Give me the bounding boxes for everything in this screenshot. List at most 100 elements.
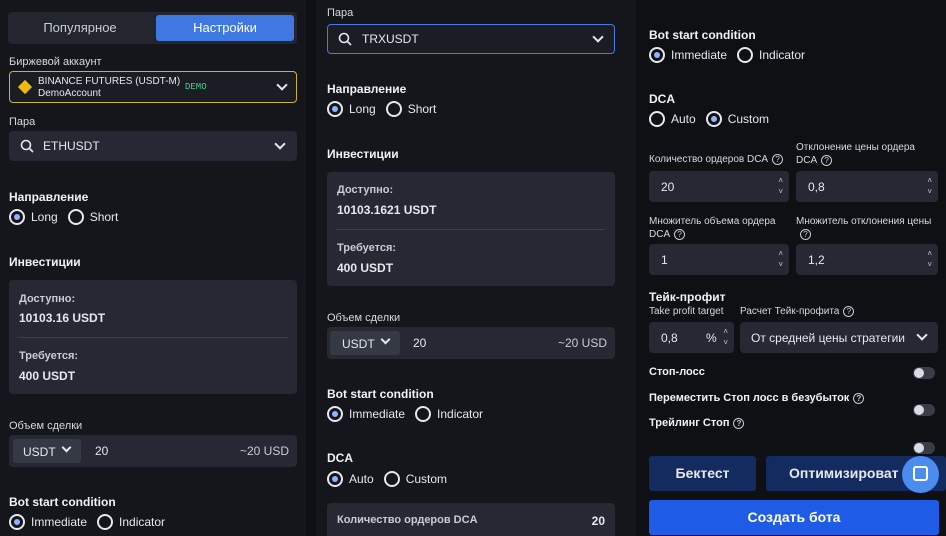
- spinner-icon[interactable]: ˄ ˅: [927, 248, 932, 270]
- radio-short[interactable]: [67, 209, 84, 225]
- tab-settings[interactable]: Настройки: [156, 15, 294, 41]
- breakeven-toggle[interactable]: [913, 404, 935, 416]
- volume-input[interactable]: 20: [95, 444, 108, 458]
- chat-button[interactable]: [902, 456, 939, 493]
- help-icon[interactable]: ?: [853, 392, 865, 404]
- dev-mult-label: Множитель отклонения цены?: [796, 216, 932, 240]
- currency-select[interactable]: USDT: [13, 439, 81, 463]
- chevron-down-icon: [274, 138, 286, 150]
- required-label: Требуется:: [19, 350, 79, 362]
- tp-calc-select[interactable]: От средней цены стратегии: [740, 322, 938, 353]
- dca-orders-box: Количество ордеров DCA 20: [327, 503, 615, 536]
- radio-custom-label: Custom: [405, 472, 448, 486]
- binance-icon: [17, 79, 33, 95]
- pair-value: TRXUSDT: [362, 32, 419, 46]
- chat-icon: [913, 466, 928, 481]
- exchange-account-select[interactable]: BINANCE FUTURES (USDT-M) DemoAccount DEM…: [9, 71, 297, 103]
- radio-auto[interactable]: [327, 471, 343, 487]
- pair-value: ETHUSDT: [43, 139, 100, 153]
- spinner-icon[interactable]: ˄ ˅: [778, 175, 783, 197]
- spinner-icon[interactable]: ˄ ˅: [927, 175, 932, 197]
- radio-custom[interactable]: [705, 111, 722, 127]
- radio-immediate-label: Immediate: [671, 48, 728, 62]
- radio-immediate-label: Immediate: [31, 515, 88, 529]
- tp-value: 0,8: [661, 331, 678, 345]
- backtest-button[interactable]: Бектест: [649, 456, 756, 491]
- volume-input-group: USDT 20 ~20 USD: [9, 435, 297, 467]
- dca-radio-group: Auto Custom: [327, 471, 457, 487]
- radio-auto-label: Auto: [349, 472, 374, 486]
- radio-immediate[interactable]: [9, 514, 25, 530]
- chevron-down-icon: [592, 31, 604, 43]
- help-icon[interactable]: ?: [772, 154, 784, 165]
- radio-indicator[interactable]: [97, 514, 114, 530]
- dca-label: DCA: [327, 451, 353, 465]
- radio-long[interactable]: [327, 101, 343, 117]
- radio-indicator[interactable]: [415, 406, 432, 422]
- pair-select[interactable]: TRXUSDT: [327, 24, 615, 54]
- radio-auto-label: Auto: [671, 112, 696, 126]
- orders-input[interactable]: 20 ˄ ˅: [649, 171, 789, 202]
- vol-mult-value: 1: [661, 253, 668, 267]
- currency-value: USDT: [342, 337, 375, 351]
- help-icon[interactable]: ?: [800, 228, 811, 240]
- radio-indicator-label: Indicator: [759, 48, 806, 62]
- spinner-icon[interactable]: ˄ ˅: [723, 326, 728, 348]
- radio-immediate-label: Immediate: [349, 407, 406, 421]
- deviation-input[interactable]: 0,8 ˄ ˅: [796, 171, 938, 202]
- gap: [306, 0, 316, 536]
- chevron-down-icon: [916, 329, 928, 341]
- dca-orders-value: 20: [591, 514, 605, 528]
- radio-indicator[interactable]: [737, 47, 754, 63]
- radio-indicator-label: Indicator: [119, 515, 166, 529]
- help-icon[interactable]: ?: [733, 417, 745, 429]
- pair-select[interactable]: ETHUSDT: [9, 131, 297, 161]
- available-value: 10103.1621 USDT: [337, 203, 437, 217]
- dca-radio-group: Auto Custom: [649, 111, 779, 127]
- available-label: Доступно:: [19, 293, 76, 305]
- required-label: Требуется:: [337, 242, 397, 254]
- chevron-down-icon: [380, 334, 391, 345]
- dev-mult-input[interactable]: 1,2 ˄ ˅: [796, 244, 938, 275]
- volume-approx: ~20 USD: [239, 444, 289, 458]
- trailing-toggle[interactable]: [913, 442, 935, 454]
- stop-loss-label: Стоп-лосс: [649, 366, 705, 378]
- direction-radio-group: Long Short: [9, 209, 128, 225]
- tab-bar: Популярное Настройки: [8, 12, 297, 44]
- vol-mult-input[interactable]: 1 ˄ ˅: [649, 244, 789, 275]
- create-bot-button[interactable]: Создать бота: [649, 500, 939, 535]
- volume-label: Объем сделки: [9, 420, 83, 432]
- radio-short[interactable]: [385, 101, 402, 117]
- tp-unit: %: [706, 331, 717, 345]
- start-condition-label: Bot start condition: [649, 28, 756, 42]
- volume-approx: ~20 USD: [557, 336, 607, 350]
- radio-immediate[interactable]: [649, 47, 665, 63]
- trailing-label: Трейлинг Стоп?: [649, 417, 745, 429]
- dev-mult-value: 1,2: [808, 253, 825, 267]
- tp-calc-value: От средней цены стратегии: [751, 331, 905, 345]
- radio-auto[interactable]: [649, 111, 665, 127]
- divider: [17, 337, 289, 338]
- spinner-icon[interactable]: ˄ ˅: [778, 248, 783, 270]
- tp-input[interactable]: 0,8 % ˄ ˅: [649, 322, 734, 353]
- tp-calc-label: Расчет Тейк-профита?: [740, 306, 855, 317]
- stop-loss-toggle[interactable]: [913, 367, 935, 379]
- exchange-account: DemoAccount: [38, 88, 101, 99]
- help-icon[interactable]: ?: [821, 154, 833, 166]
- exchange-account-label: Биржевой аккаунт: [9, 56, 102, 68]
- radio-immediate[interactable]: [327, 406, 343, 422]
- tab-popular[interactable]: Популярное: [12, 16, 148, 40]
- available-value: 10103.16 USDT: [19, 311, 106, 325]
- radio-long[interactable]: [9, 209, 25, 225]
- help-icon[interactable]: ?: [843, 306, 855, 317]
- direction-label: Направление: [9, 190, 89, 204]
- currency-select[interactable]: USDT: [330, 331, 400, 355]
- dca-orders-label: Количество ордеров DCA: [337, 514, 478, 526]
- help-icon[interactable]: ?: [674, 228, 686, 240]
- middle-panel: Пара TRXUSDT Направление Long Short Инве…: [316, 0, 636, 536]
- radio-custom[interactable]: [383, 471, 400, 487]
- start-condition-radio-group: Immediate Indicator: [9, 514, 175, 530]
- volume-input[interactable]: 20: [413, 336, 426, 350]
- start-condition-label: Bot start condition: [9, 495, 116, 509]
- exchange-name: BINANCE FUTURES (USDT-M): [38, 76, 181, 87]
